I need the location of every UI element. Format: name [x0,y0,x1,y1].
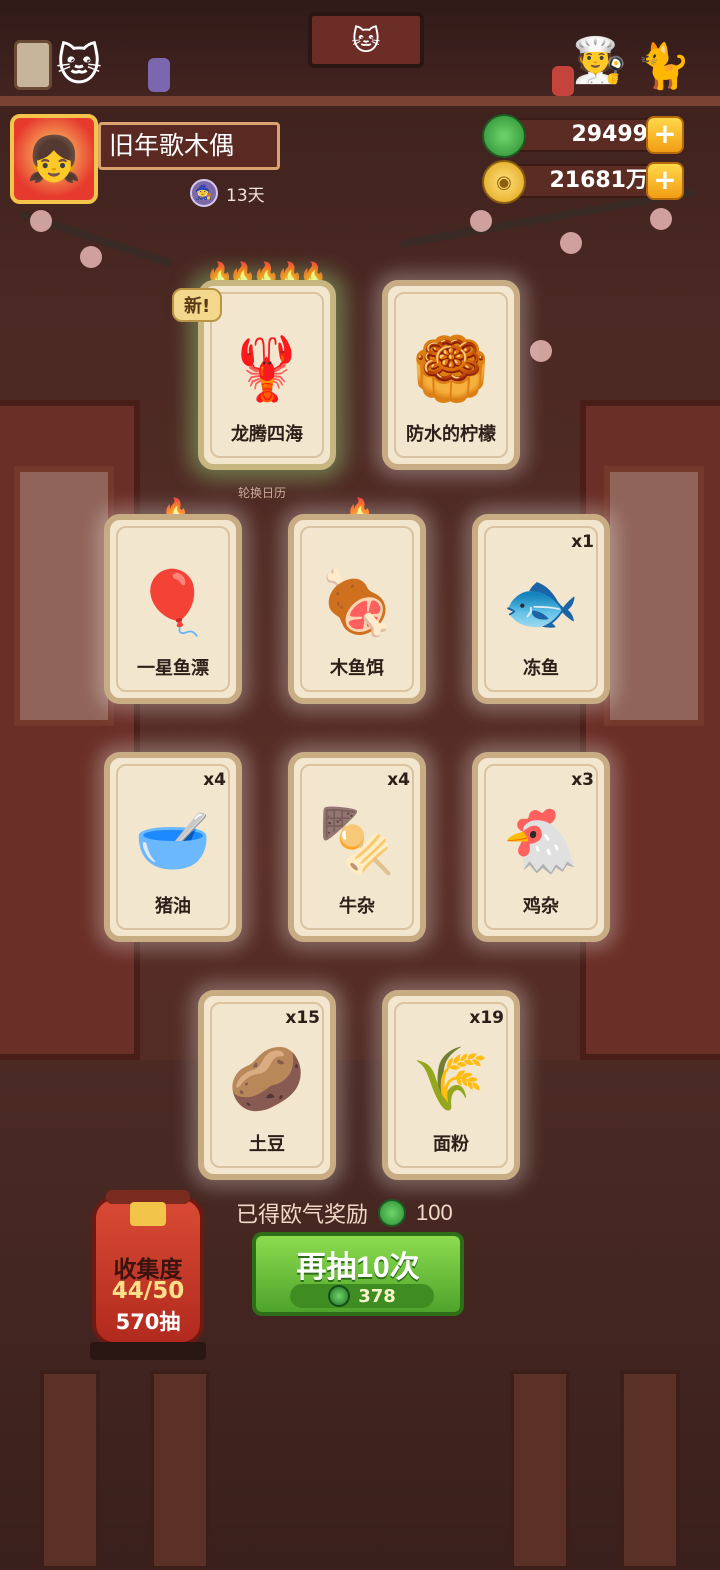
card-potato[interactable]: x15 🥔 土豆 [198,990,336,1180]
player-name: 旧年歌木偶 [98,122,280,170]
wood-bait-icon: 🍖 [318,566,396,639]
shop-sign: 🐱 [308,12,424,68]
days-text: 13天 [226,185,265,206]
new-badge: 新! [172,288,223,322]
lantern-stand [90,1342,206,1360]
beef-offal-icon: 🍢 [318,804,396,877]
lantern-decoration [148,58,170,92]
card-fishing-float[interactable]: 🎈 一星鱼漂 [104,514,242,704]
blossom [560,232,582,254]
days-indicator[interactable]: 🧙 13天 [190,178,265,208]
collection-draws: 570抽 [115,1310,181,1334]
card-label: 龙腾四海 [231,424,303,444]
rotate-calendar-label: 轮换日历 [238,486,287,500]
left-door [0,400,140,1060]
gold-amount: 21681万 [502,164,662,198]
blossom [30,210,52,232]
card-label: 木鱼饵 [330,658,384,678]
card-label: 猪油 [155,896,191,916]
sleeping-cat-icon: 🐱 [56,40,102,91]
right-door [580,400,720,1060]
card-count: x4 [387,770,410,790]
luck-reward-line: 已得欧气奖励 100 [236,1198,453,1228]
card-lemon[interactable]: 🥮 防水的柠檬 [382,280,520,470]
door-pane [604,466,704,726]
chicken-offal-icon: 🐔 [502,804,580,877]
draw-cost: 378 [290,1284,434,1308]
card-beef-offal[interactable]: x4 🍢 牛杂 [288,752,426,942]
lantern-tag [130,1202,166,1226]
draw-again-button[interactable]: 再抽10次 378 [252,1232,464,1316]
collection-progress: 44/50 [111,1278,185,1304]
add-jade-button[interactable]: + [646,116,684,154]
blossom [470,210,492,232]
card-count: x4 [203,770,226,790]
railing-post [510,1370,570,1570]
card-count: x1 [571,532,594,552]
jade-amount: 29499 [502,118,662,152]
card-label: 面粉 [433,1134,469,1154]
gold-coin-icon: ◉ [482,160,526,204]
card-frozen-fish[interactable]: x1 🐟 冻鱼 [472,514,610,704]
scroll-decoration [14,40,52,90]
draw-cost-value: 378 [358,1285,396,1307]
shelf-beam [0,96,720,106]
railing-post [150,1370,210,1570]
railing-post [40,1370,100,1570]
frozen-fish-icon: 🐟 [502,566,580,639]
lard-bowl-icon: 🥣 [134,804,212,877]
card-chicken-offal[interactable]: x3 🐔 鸡杂 [472,752,610,942]
character-mini-icon: 🧙 [190,179,218,207]
chef-character-icon: 🧑‍🍳 [572,35,627,86]
card-label: 冻鱼 [523,658,559,678]
triangle-cookie-icon: 🥮 [412,332,490,405]
card-label: 土豆 [249,1134,285,1154]
jade-currency: 29499 + [482,114,692,158]
jade-coin-icon [328,1285,351,1307]
flour-sack-icon: 🌾 [412,1042,490,1115]
card-count: x3 [571,770,594,790]
reward-value: 100 [416,1200,453,1225]
gold-currency: 21681万 ◉ + [482,160,692,204]
player-avatar[interactable]: 👧 [10,114,98,204]
card-flour[interactable]: x19 🌾 面粉 [382,990,520,1180]
cat-avatar-icon: 🐱 [351,23,381,57]
white-cat-icon: 🐈 [636,41,691,92]
railing-post [620,1370,680,1570]
collection-lantern[interactable]: 收集度 44/50 570抽 [92,1190,204,1346]
card-count: x15 [285,1008,320,1028]
jar-decoration [552,66,574,96]
blossom [80,246,102,268]
card-label: 一星鱼漂 [137,658,209,678]
potato-icon: 🥔 [228,1042,306,1115]
card-label: 鸡杂 [523,896,559,916]
card-count: x19 [469,1008,504,1028]
reward-text: 已得欧气奖励 [236,1202,369,1227]
blossom [650,208,672,230]
add-gold-button[interactable]: + [646,162,684,200]
card-wood-bait[interactable]: 🍖 木鱼饵 [288,514,426,704]
card-label: 防水的柠檬 [406,424,496,444]
draw-button-label: 再抽10次 [296,1251,420,1284]
jade-coin-icon [482,114,526,158]
jade-coin-icon [378,1199,407,1227]
card-label: 牛杂 [339,896,375,916]
blossom [530,340,552,362]
card-lard[interactable]: x4 🥣 猪油 [104,752,242,942]
fishing-float-icon: 🎈 [134,566,212,639]
door-pane [14,466,114,726]
avatar-portrait-icon: 👧 [26,134,82,185]
lobster-feast-icon: 🦞 [228,332,306,405]
